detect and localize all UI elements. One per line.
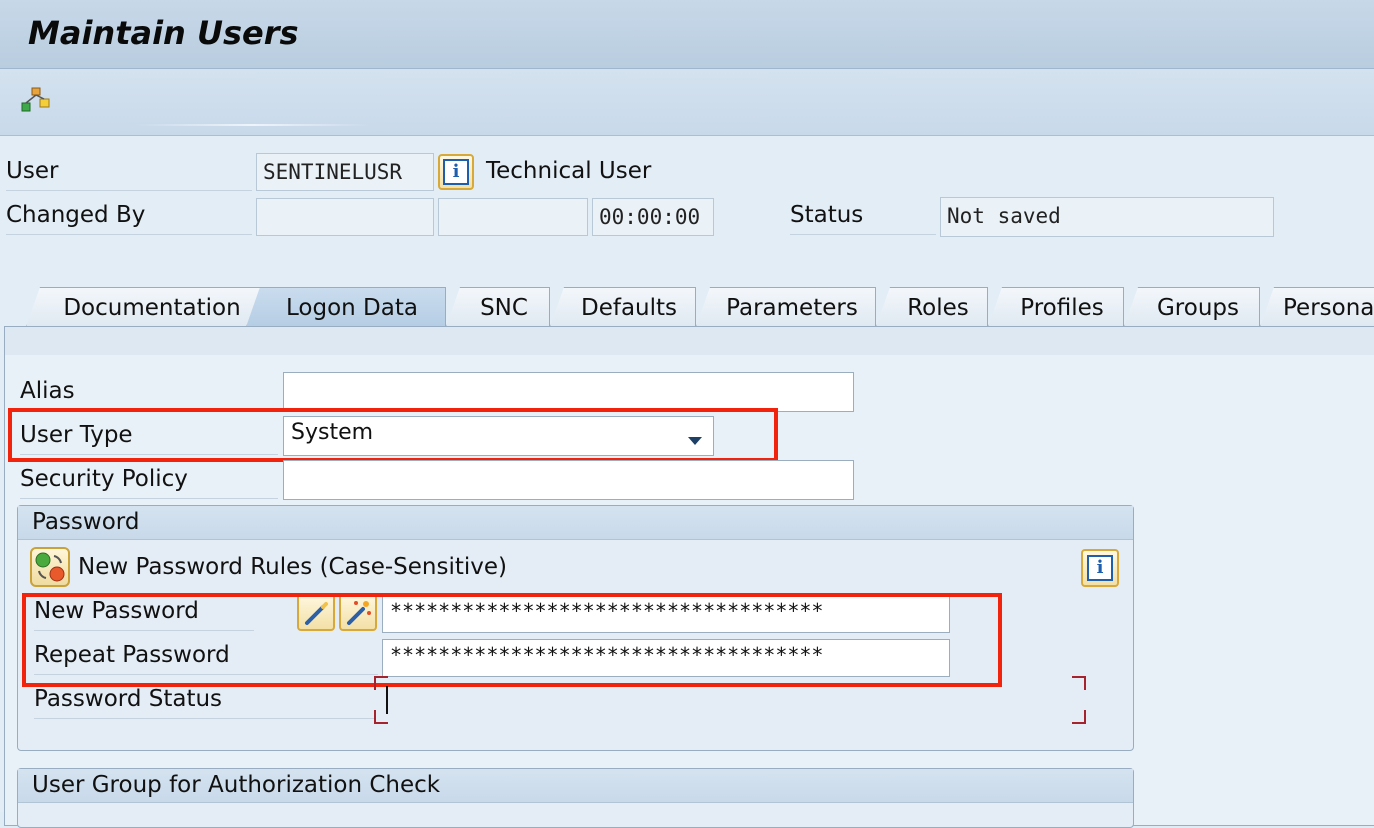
changed-time-field: 00:00:00 [592,198,714,236]
auth-group-title: User Group for Authorization Check [18,769,1133,803]
tab-strip: Documentation Logon Data SNC Defaults Pa… [0,287,1374,327]
rules-icon [35,552,65,582]
tab-roles[interactable]: Roles [876,287,988,327]
info-icon: i [1087,555,1113,581]
frame-corner [1072,710,1086,724]
panel-header-band [5,327,1374,355]
changed-date-field [438,198,588,236]
user-description: Technical User [486,158,652,184]
auth-group: User Group for Authorization Check [17,768,1134,828]
text-cursor [386,686,388,714]
info-icon: i [443,159,469,185]
password-rules-text: New Password Rules (Case-Sensitive) [78,554,507,580]
tab-profiles[interactable]: Profiles [988,287,1124,327]
changed-by-field [256,198,434,236]
tab-parameters[interactable]: Parameters [696,287,876,327]
user-label: User [6,158,252,191]
tab-documentation[interactable]: Documentation [26,287,266,327]
frame-corner [1072,676,1086,690]
alias-label: Alias [20,378,278,411]
tab-groups[interactable]: Groups [1124,287,1260,327]
page-title: Maintain Users [28,14,299,52]
security-policy-label: Security Policy [20,466,278,499]
changed-by-label: Changed By [6,202,252,235]
password-status-display [374,676,1086,724]
user-field[interactable]: SENTINELUSR [256,153,434,191]
tab-logon-data[interactable]: Logon Data [246,287,446,327]
password-highlight [22,593,1002,687]
password-group-title: Password [18,506,1133,540]
status-label: Status [790,202,936,235]
hierarchy-icon[interactable] [20,86,52,114]
password-rules-button[interactable] [30,547,70,587]
tab-personalization[interactable]: Personali [1260,287,1374,327]
user-info-button[interactable]: i [438,154,474,190]
password-status-label: Password Status [34,686,374,719]
tab-defaults[interactable]: Defaults [550,287,696,327]
status-field: Not saved [940,197,1274,237]
user-type-highlight [8,408,778,462]
toolbar-separator [136,124,370,126]
security-policy-input[interactable] [283,460,854,500]
password-info-button[interactable]: i [1081,549,1119,587]
alias-input[interactable] [283,372,854,412]
tab-snc[interactable]: SNC [446,287,550,327]
